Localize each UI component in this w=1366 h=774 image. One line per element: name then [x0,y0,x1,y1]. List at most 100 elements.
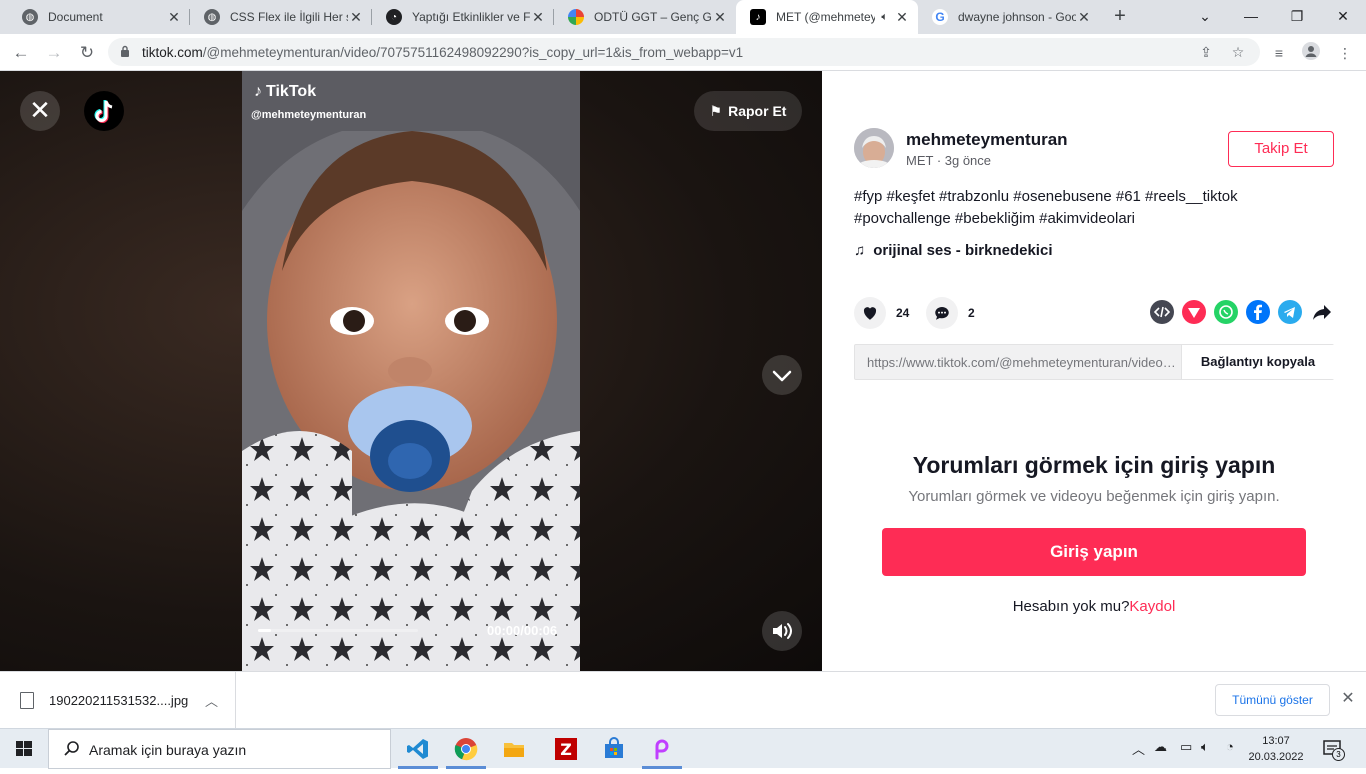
chrome-app[interactable] [442,729,490,769]
windows-icon [16,741,32,756]
url-host: tiktok.com [142,45,203,60]
close-video-button[interactable]: ✕ [20,91,60,131]
onedrive-icon[interactable]: ☁ [1154,739,1167,755]
music-link[interactable]: ♫ orijinal ses - birknedekici [854,242,1053,259]
store-icon [605,737,623,758]
author-username[interactable]: mehmeteymenturan [906,130,1068,150]
download-item[interactable]: 190220211531532....jpg ︿ [0,672,236,729]
close-tab-icon[interactable]: ✕ [1076,9,1092,26]
signup-text: Hesabın yok mu? [1012,598,1130,615]
system-clock[interactable]: 13:07 20.03.2022 [1244,733,1308,765]
menu-kebab-icon[interactable]: ⋮ [1334,42,1356,64]
ggt-icon [568,9,584,25]
downloads-bar: 190220211531532....jpg ︿ Tümünü göster ✕ [0,671,1366,729]
tiktok-icon: ♪ [750,9,766,25]
close-tab-icon[interactable]: ✕ [894,9,910,26]
volume-tray-icon[interactable]: 🔈︎ [1201,739,1209,755]
tiktok-logo[interactable] [84,91,124,131]
video-progress-bar[interactable] [258,629,418,632]
chevron-up-icon[interactable]: ︿ [1132,739,1145,758]
picsart-app[interactable] [638,729,686,769]
tab-odtu-ggt[interactable]: ODTÜ GGT – Genç Giri ✕ [554,0,736,34]
omnibox[interactable]: tiktok.com/@mehmeteymenturan/video/70757… [108,38,1260,66]
send-to-friends-icon[interactable] [1182,300,1206,324]
speaker-icon[interactable]: 🔈︎ [881,11,888,24]
follow-button[interactable]: Takip Et [1228,131,1334,167]
avatar[interactable] [854,128,894,168]
profile-icon[interactable] [1300,42,1322,64]
back-button[interactable]: ← [8,40,34,66]
share-link-url[interactable]: https://www.tiktok.com/@mehmeteymenturan… [867,355,1177,370]
comment-icon[interactable] [926,297,958,329]
login-prompt-subtitle: Yorumları görmek ve videoyu beğenmek içi… [908,488,1280,505]
lock-icon[interactable] [120,45,130,58]
tab-search-chevron-icon[interactable]: ⌄ [1182,0,1228,34]
filezilla-app[interactable]: Z [542,729,590,769]
wifi-icon[interactable]: ◔ [1226,739,1234,754]
close-tab-icon[interactable]: ✕ [530,9,546,26]
taskbar-search[interactable]: Aramak için buraya yazın [48,729,391,769]
tab-title: ODTÜ GGT – Genç Giri [594,10,712,24]
comment-stat[interactable]: 2 [926,297,975,329]
battery-icon[interactable]: ▭ [1180,739,1192,755]
tab-document[interactable]: ◍ Document ✕ [8,0,190,34]
share-page-icon[interactable]: ⇪ [1196,42,1216,62]
vscode-app[interactable] [394,729,442,769]
next-video-button[interactable] [762,355,802,395]
video-player[interactable] [242,71,580,671]
minimize-button[interactable]: — [1228,0,1274,34]
forward-button[interactable]: → [41,40,67,66]
tab-title: dwayne johnson - Goo [958,10,1076,24]
url-text[interactable]: tiktok.com/@mehmeteymenturan/video/70757… [142,45,743,60]
video-time: 00:00/00:06 [487,623,558,638]
music-title: orijinal ses - birknedekici [873,242,1053,259]
notification-center-icon[interactable]: 3 [1322,738,1345,761]
whatsapp-icon[interactable] [1214,300,1238,324]
svg-text:Z: Z [560,740,572,759]
copy-link-button[interactable]: Bağlantıyı kopyala [1181,345,1334,379]
tab-title: CSS Flex ile İlgili Her şey [230,10,348,24]
heart-icon[interactable] [854,297,886,329]
tiktok-watermark: ♪ TikTok [254,83,316,101]
volume-button[interactable] [762,611,802,651]
restore-button[interactable]: ❐ [1274,0,1320,34]
report-button[interactable]: ⚑ Rapor Et [694,91,802,131]
tab-google-search[interactable]: G dwayne johnson - Goo ✕ [918,0,1100,34]
tab-etkinlikler[interactable]: ◔ Yaptığı Etkinlikler ve Fa ✕ [372,0,554,34]
login-button[interactable]: Giriş yapın [882,528,1306,576]
video-description: #fyp #keşfet #trabzonlu #osenebusene #61… [854,186,1324,230]
description-line[interactable]: #povchallenge #bebekliğim #akimvideolari [854,208,1324,230]
facebook-icon[interactable] [1246,300,1270,324]
description-line[interactable]: #fyp #keşfet #trabzonlu #osenebusene #61… [854,186,1324,208]
close-tab-icon[interactable]: ✕ [166,9,182,26]
bookmark-star-icon[interactable]: ☆ [1228,42,1248,62]
share-arrow-icon[interactable] [1310,300,1334,324]
start-button[interactable] [0,729,48,769]
close-downloads-icon[interactable]: ✕ [1338,689,1358,709]
tiktok-note-icon: ♪ [254,83,262,100]
chevron-up-icon[interactable]: ︿ [205,691,218,710]
filezilla-icon: Z [555,738,577,760]
close-tab-icon[interactable]: ✕ [348,9,364,26]
close-window-button[interactable]: ✕ [1320,0,1366,34]
file-explorer-app[interactable] [490,729,538,769]
baby-video-frame [242,71,580,671]
signup-link[interactable]: Kaydol [1129,598,1175,615]
tab-title: Yaptığı Etkinlikler ve Fa [412,10,530,24]
store-app[interactable] [590,729,638,769]
tab-css-flex[interactable]: ◍ CSS Flex ile İlgili Her şey ✕ [190,0,372,34]
embed-icon[interactable] [1150,300,1174,324]
flag-icon: ⚑ [709,102,723,119]
video-pane: ♪ TikTok @mehmeteymenturan ✕ ⚑ Rapor Et … [0,71,822,671]
music-note-icon: ♫ [854,242,866,259]
new-tab-button[interactable]: + [1108,5,1132,29]
media-control-icon[interactable]: ≡ [1268,42,1290,64]
reload-button[interactable]: ↻ [74,40,100,66]
close-tab-icon[interactable]: ✕ [712,9,728,26]
like-stat[interactable]: 24 [854,297,909,329]
chrome-icon [454,738,478,761]
telegram-icon[interactable] [1278,300,1302,324]
show-all-downloads-button[interactable]: Tümünü göster [1215,684,1330,716]
tab-strip: ◍ Document ✕ ◍ CSS Flex ile İlgili Her ş… [0,0,1366,34]
tab-tiktok-active[interactable]: ♪ MET (@mehmeteymen 🔈︎ ✕ [736,0,918,34]
